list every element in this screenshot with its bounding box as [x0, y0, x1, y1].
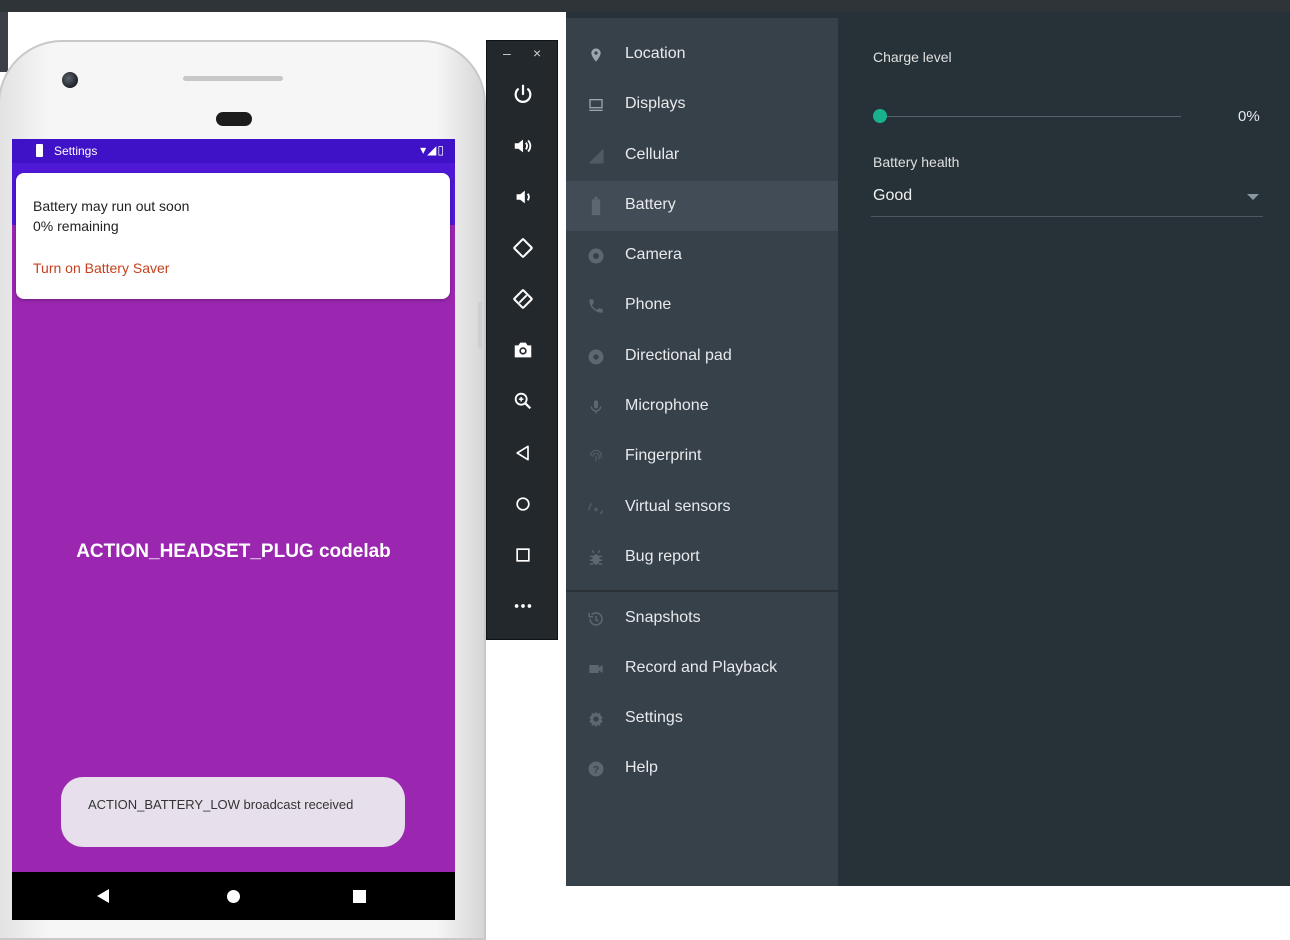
battery-health-value: Good — [873, 187, 913, 204]
more-icon[interactable] — [501, 589, 545, 623]
sidebar-item-label: Phone — [625, 296, 672, 313]
emulator-toolbar: – × — [486, 40, 558, 640]
charge-level-slider-thumb[interactable] — [873, 109, 887, 123]
sidebar-item-directional-pad[interactable]: Directional pad — [566, 332, 838, 382]
notification-remaining: 0% remaining — [33, 218, 119, 234]
snapshots-icon — [586, 609, 606, 629]
sidebar-item-virtual-sensors[interactable]: Virtual sensors — [566, 483, 838, 533]
phone-icon — [586, 296, 606, 316]
toolbar-window-controls: – × — [487, 45, 559, 67]
sidebar-item-phone[interactable]: Phone — [566, 281, 838, 331]
sidebar-item-help[interactable]: ? Help — [566, 744, 838, 794]
overview-icon[interactable] — [501, 538, 545, 572]
sidebar-item-label: Cellular — [625, 146, 680, 163]
sidebar-item-label: Battery — [625, 196, 676, 213]
svg-text:?: ? — [593, 764, 599, 776]
sidebar-item-displays[interactable]: Displays — [566, 80, 838, 130]
toolbar-minimize-button[interactable]: – — [503, 45, 511, 61]
help-icon: ? — [586, 759, 606, 779]
phone-side-button[interactable] — [478, 302, 482, 348]
volume-up-icon[interactable] — [501, 129, 545, 163]
proximity-sensor — [216, 112, 252, 126]
sidebar-divider — [566, 590, 838, 592]
sidebar-item-microphone[interactable]: Microphone — [566, 382, 838, 432]
zoom-icon[interactable] — [501, 384, 545, 418]
phone-screen[interactable]: Settings ▾◢▯ Battery may run out soon 0%… — [12, 139, 455, 920]
nav-back-icon[interactable] — [97, 889, 109, 903]
sidebar-item-label: Camera — [625, 246, 682, 263]
record-icon — [586, 659, 606, 679]
sidebar-item-snapshots[interactable]: Snapshots — [566, 594, 838, 644]
extended-controls-window: Location Displays Cellular Battery Camer… — [566, 12, 1290, 886]
sidebar-item-fingerprint[interactable]: Fingerprint — [566, 432, 838, 482]
home-icon[interactable] — [501, 487, 545, 521]
chevron-down-icon — [1247, 194, 1259, 200]
status-battery-icon — [36, 144, 43, 157]
microphone-icon — [586, 397, 606, 417]
sidebar-item-label: Snapshots — [625, 609, 701, 626]
sidebar-item-label: Microphone — [625, 397, 709, 414]
status-bar: Settings ▾◢▯ — [12, 139, 455, 163]
sidebar-item-bug-report[interactable]: Bug report — [566, 533, 838, 583]
sidebar-item-record-and-playback[interactable]: Record and Playback — [566, 644, 838, 694]
back-icon[interactable] — [501, 436, 545, 470]
rotate-right-icon[interactable] — [501, 282, 545, 316]
charge-level-label: Charge level — [873, 49, 952, 65]
app-main-text: ACTION_HEADSET_PLUG codelab — [76, 541, 391, 562]
sidebar-item-settings[interactable]: Settings — [566, 694, 838, 744]
sidebar-item-camera[interactable]: Camera — [566, 231, 838, 281]
bug-icon — [586, 548, 606, 568]
battery-health-dropdown[interactable]: Good — [871, 184, 1263, 217]
camera-icon — [586, 246, 606, 266]
sidebar-item-location[interactable]: Location — [566, 30, 838, 80]
front-camera — [62, 72, 78, 88]
sidebar-item-label: Location — [625, 45, 686, 62]
toast-message: ACTION_BATTERY_LOW broadcast received — [61, 777, 405, 847]
sidebar-item-label: Record and Playback — [625, 659, 778, 676]
sidebar-item-battery[interactable]: Battery — [566, 181, 838, 231]
location-icon — [586, 45, 606, 65]
battery-saver-button[interactable]: Turn on Battery Saver — [33, 260, 169, 276]
sidebar-item-label: Fingerprint — [625, 447, 702, 464]
toolbar-close-button[interactable]: × — [533, 45, 541, 61]
settings-icon — [586, 709, 606, 729]
battery-health-label: Battery health — [873, 154, 960, 170]
sidebar-item-label: Bug report — [625, 548, 700, 565]
battery-notification[interactable]: Battery may run out soon 0% remaining Tu… — [16, 173, 450, 299]
sidebar-item-label: Directional pad — [625, 347, 732, 364]
status-signal-icons: ▾◢▯ — [420, 143, 445, 157]
rotate-left-icon[interactable] — [501, 231, 545, 265]
sidebar-item-label: Displays — [625, 95, 686, 112]
sidebar-item-cellular[interactable]: Cellular — [566, 131, 838, 181]
earpiece-speaker — [183, 76, 283, 81]
screenshot-icon[interactable] — [501, 333, 545, 367]
charge-level-value: 0% — [1238, 108, 1260, 125]
nav-recents-icon[interactable] — [353, 890, 366, 903]
notification-title: Battery may run out soon — [33, 198, 190, 214]
window-top-bar — [0, 0, 1290, 12]
power-icon[interactable] — [501, 77, 545, 111]
extended-controls-sidebar: Location Displays Cellular Battery Camer… — [566, 18, 838, 886]
battery-panel: Charge level 0% Battery health Good — [838, 12, 1290, 886]
battery-icon — [586, 196, 606, 216]
dpad-icon — [586, 347, 606, 367]
charge-level-slider[interactable] — [881, 116, 1181, 117]
volume-down-icon[interactable] — [501, 180, 545, 214]
cellular-icon — [586, 146, 606, 166]
fingerprint-icon — [586, 447, 606, 467]
virtual-sensors-icon — [586, 498, 606, 518]
window-left-edge — [0, 12, 8, 72]
navigation-bar — [12, 872, 455, 920]
toast-text: ACTION_BATTERY_LOW broadcast received — [88, 797, 354, 812]
display-icon — [586, 95, 606, 115]
status-bar-title: Settings — [54, 144, 98, 158]
sidebar-item-label: Virtual sensors — [625, 498, 731, 515]
nav-home-icon[interactable] — [227, 890, 240, 903]
sidebar-item-label: Help — [625, 759, 658, 776]
sidebar-item-label: Settings — [625, 709, 683, 726]
